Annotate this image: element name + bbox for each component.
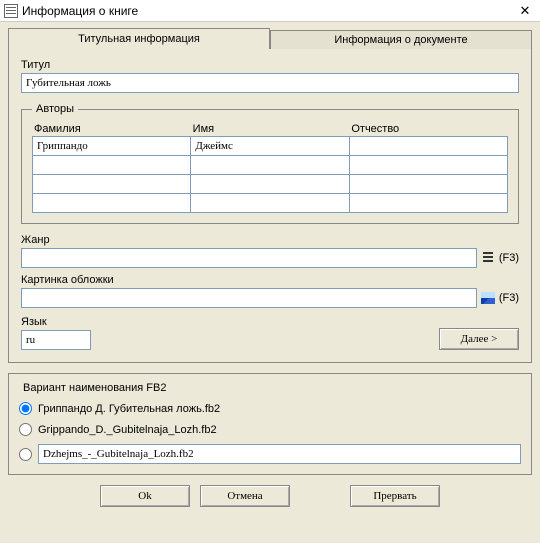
author-row xyxy=(32,175,508,194)
author-name-input[interactable] xyxy=(190,193,349,213)
author-row xyxy=(32,156,508,175)
fb2-option-radio[interactable] xyxy=(19,448,32,461)
close-button[interactable]: ✕ xyxy=(512,2,538,20)
fb2-naming-group: Вариант наименования FB2 Гриппандо Д. Гу… xyxy=(8,373,532,475)
author-patronymic-input[interactable] xyxy=(349,193,508,213)
authors-label: Авторы xyxy=(32,103,78,115)
list-icon[interactable] xyxy=(481,251,495,265)
tab-strip: Титульная информация Информация о докуме… xyxy=(8,28,532,49)
cover-input[interactable] xyxy=(21,288,477,308)
author-surname-input[interactable] xyxy=(32,174,191,194)
author-surname-input[interactable] xyxy=(32,136,191,156)
fb2-option-label: Гриппандо Д. Губительная ложь.fb2 xyxy=(38,403,220,415)
fb2-custom-input[interactable] xyxy=(38,444,521,464)
window-title: Информация о книге xyxy=(22,4,512,18)
lang-input[interactable] xyxy=(21,330,91,350)
author-patronymic-input[interactable] xyxy=(349,174,508,194)
col-patronymic: Отчество xyxy=(349,123,508,135)
next-button[interactable]: Далее > xyxy=(439,328,519,350)
author-row xyxy=(32,137,508,156)
title-input[interactable] xyxy=(21,73,519,93)
col-name: Имя xyxy=(191,123,350,135)
title-label: Титул xyxy=(21,59,519,71)
author-name-input[interactable] xyxy=(190,174,349,194)
abort-button[interactable]: Прервать xyxy=(350,485,440,507)
genre-label: Жанр xyxy=(21,234,519,246)
fb2-option-label: Grippando_D._Gubitelnaja_Lozh.fb2 xyxy=(38,424,217,436)
titlebar: Информация о книге ✕ xyxy=(0,0,540,22)
cover-label: Картинка обложки xyxy=(21,274,519,286)
author-name-input[interactable] xyxy=(190,155,349,175)
authors-group: Авторы Фамилия Имя Отчество xyxy=(21,103,519,224)
tab-doc-info[interactable]: Информация о документе xyxy=(270,30,532,49)
cancel-button[interactable]: Отмена xyxy=(200,485,290,507)
image-icon[interactable] xyxy=(481,291,495,305)
app-icon xyxy=(4,4,18,18)
tab-title-info[interactable]: Титульная информация xyxy=(8,28,270,49)
tab-panel: Титул Авторы Фамилия Имя Отчество xyxy=(8,48,532,363)
lang-label: Язык xyxy=(21,316,91,328)
author-name-input[interactable] xyxy=(190,136,349,156)
f3-hint: (F3) xyxy=(499,252,519,264)
author-row xyxy=(32,194,508,213)
fb2-option-radio[interactable] xyxy=(19,423,32,436)
col-surname: Фамилия xyxy=(32,123,191,135)
ok-button[interactable]: Ok xyxy=(100,485,190,507)
fb2-option-radio[interactable] xyxy=(19,402,32,415)
author-surname-input[interactable] xyxy=(32,155,191,175)
author-surname-input[interactable] xyxy=(32,193,191,213)
dialog-buttons: Ok Отмена Прервать xyxy=(8,485,532,507)
author-patronymic-input[interactable] xyxy=(349,155,508,175)
f3-hint: (F3) xyxy=(499,292,519,304)
fb2-group-label: Вариант наименования FB2 xyxy=(19,382,170,394)
author-patronymic-input[interactable] xyxy=(349,136,508,156)
genre-input[interactable] xyxy=(21,248,477,268)
